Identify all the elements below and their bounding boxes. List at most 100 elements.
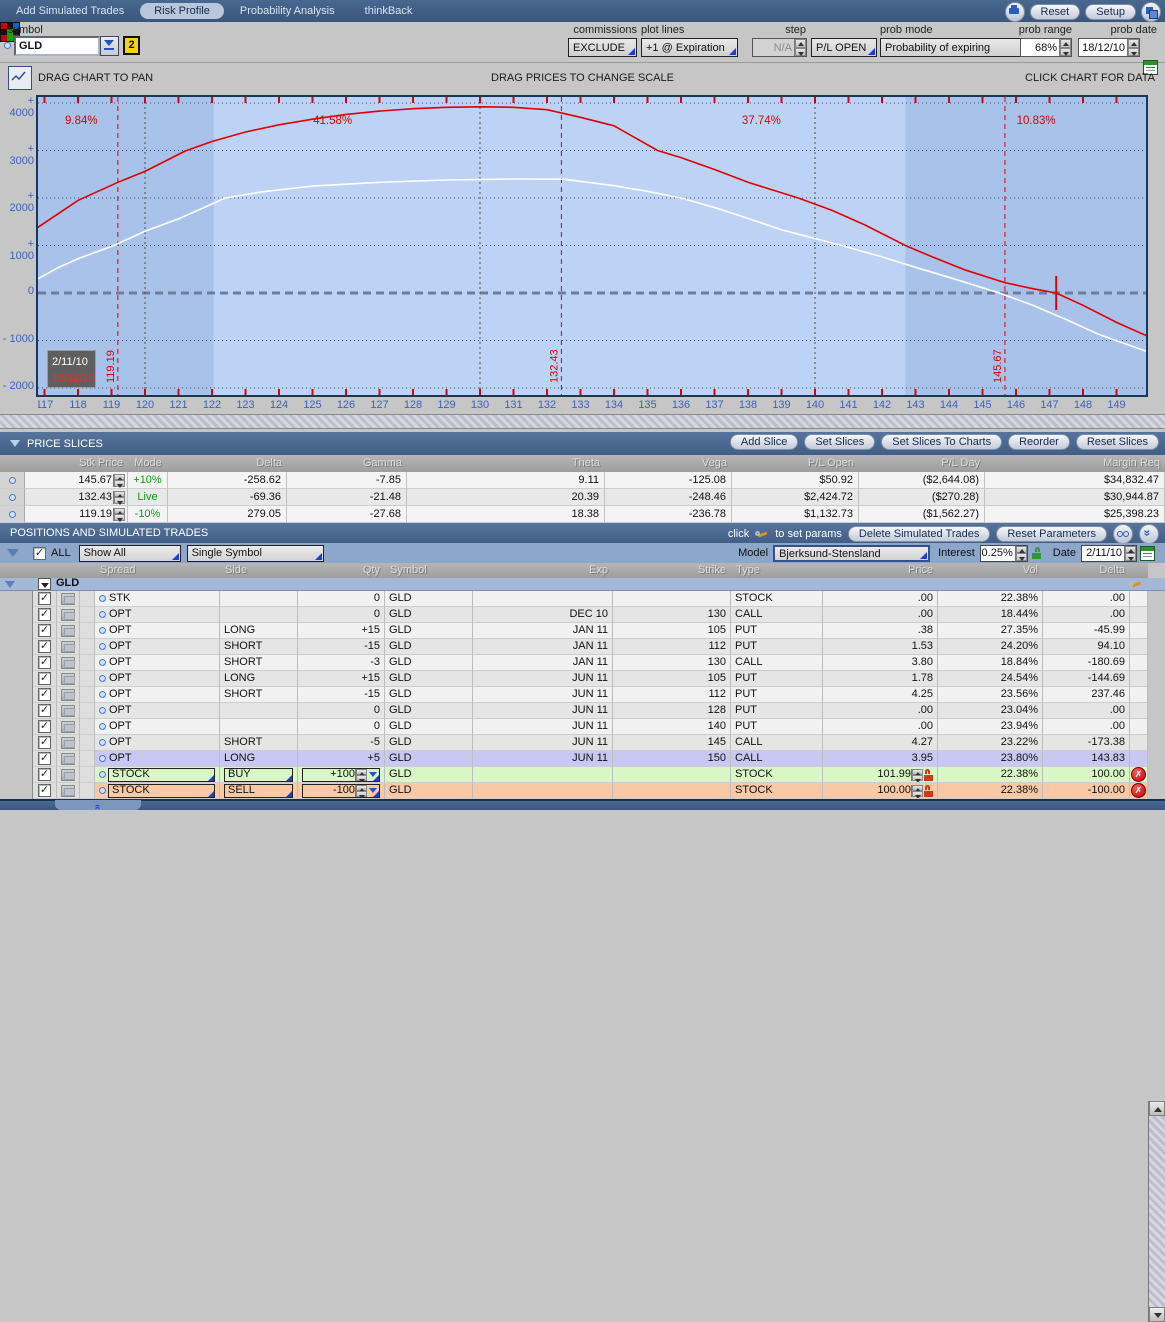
slice-stk-price[interactable]: 119.19 — [79, 506, 112, 522]
scroll-down-button[interactable] — [1149, 1307, 1165, 1322]
reorder-button[interactable]: Reorder — [1008, 434, 1070, 450]
trade-date-stepper[interactable]: 2/11/10 — [1081, 545, 1137, 562]
slice-dot[interactable] — [9, 511, 16, 518]
row-checkbox[interactable]: ✓ — [38, 640, 51, 653]
position-row[interactable]: ✓OPTSHORT-15GLDJAN 11112PUT1.5324.20%94.… — [0, 639, 1148, 655]
row-dot[interactable] — [99, 739, 106, 746]
show-all-dropdown[interactable]: Show All — [79, 545, 181, 562]
position-row[interactable]: ✓STOCKBUY+100GLDSTOCK101.9922.38%100.00✗ — [0, 767, 1148, 783]
row-options-button[interactable] — [61, 737, 75, 749]
row-dot[interactable] — [99, 723, 106, 730]
row-options-button[interactable] — [61, 625, 75, 637]
row-options-button[interactable] — [61, 673, 75, 685]
row-dot[interactable] — [99, 659, 106, 666]
row-dot[interactable] — [99, 787, 106, 794]
pairs-button[interactable] — [1113, 524, 1133, 544]
step-down-button[interactable] — [795, 48, 806, 57]
row-checkbox[interactable]: ✓ — [38, 592, 51, 605]
row-dot[interactable] — [99, 627, 106, 634]
step-stepper[interactable]: N/A — [752, 38, 807, 57]
reset-button[interactable]: Reset — [1030, 4, 1081, 20]
slice-price-stepper[interactable] — [113, 508, 125, 521]
price-stepper[interactable] — [911, 785, 923, 797]
row-options-button[interactable] — [61, 705, 75, 717]
slice-mode[interactable]: +10% — [128, 472, 168, 489]
collapse-triangle-icon[interactable] — [5, 581, 15, 588]
slices-column-header[interactable]: Mode — [128, 455, 168, 472]
setup-button[interactable]: Setup — [1085, 4, 1136, 20]
all-checkbox[interactable]: ✓ — [33, 547, 46, 560]
price-lock-icon[interactable] — [924, 785, 933, 797]
tab-probability-analysis[interactable]: Probability Analysis — [226, 3, 349, 19]
position-row[interactable]: ✓OPT0GLDDEC 10130CALL.0018.44%.00 — [0, 607, 1148, 623]
slice-price-stepper[interactable] — [113, 491, 125, 504]
expand-panel-button[interactable]: » — [55, 800, 141, 810]
slices-column-header[interactable]: P/L Open — [732, 455, 859, 472]
prob-date-stepper[interactable]: 18/12/10 — [1078, 38, 1140, 57]
symbol-group-row[interactable]: GLD — [0, 578, 1165, 591]
slices-column-header[interactable]: Gamma — [287, 455, 407, 472]
add-slice-button[interactable]: Add Slice — [730, 434, 798, 450]
reset-slices-button[interactable]: Reset Slices — [1076, 434, 1159, 450]
slices-column-header[interactable]: Delta — [168, 455, 287, 472]
chart-horizontal-scrollbar[interactable] — [0, 414, 1165, 429]
row-options-button[interactable] — [61, 721, 75, 733]
model-dropdown[interactable]: Bjerksund-Stensland — [773, 545, 930, 562]
position-row[interactable]: ✓OPTSHORT-5GLDJUN 11145CALL4.2723.22%-17… — [0, 735, 1148, 751]
symbol-input[interactable]: GLD — [14, 36, 100, 56]
row-dot[interactable] — [99, 771, 106, 778]
row-checkbox[interactable]: ✓ — [38, 624, 51, 637]
slices-column-header[interactable]: Stk Price — [25, 455, 128, 472]
positions-column-header[interactable]: Symbol — [385, 563, 473, 578]
positions-column-header[interactable]: Strike — [613, 563, 731, 578]
step-up-button[interactable] — [795, 39, 806, 48]
position-row[interactable]: ✓OPT0GLDJUN 11128PUT.0023.04%.00 — [0, 703, 1148, 719]
position-row[interactable]: ✓OPTSHORT-3GLDJAN 11130CALL3.8018.84%-18… — [0, 655, 1148, 671]
slice-dot[interactable] — [9, 494, 16, 501]
slice-mode[interactable]: Live — [128, 489, 168, 506]
tab-add-simulated-trades[interactable]: Add Simulated Trades — [2, 3, 138, 19]
row-options-button[interactable] — [61, 609, 75, 621]
slice-stk-price[interactable]: 145.67 — [78, 472, 112, 488]
row-dot[interactable] — [99, 707, 106, 714]
cell-price[interactable]: 100.00 — [823, 783, 938, 799]
prob-mode-dropdown[interactable]: Probability of expiring — [880, 38, 1033, 57]
set-slices-button[interactable]: Set Slices — [804, 434, 875, 450]
wrench-icon[interactable] — [1129, 579, 1143, 589]
row-options-button[interactable] — [61, 657, 75, 669]
row-checkbox[interactable]: ✓ — [38, 608, 51, 621]
qty-editor[interactable]: +100 — [302, 768, 380, 782]
row-dot[interactable] — [99, 611, 106, 618]
row-checkbox[interactable]: ✓ — [38, 656, 51, 669]
row-dot[interactable] — [99, 755, 106, 762]
spread-dropdown[interactable]: STOCK — [108, 768, 215, 782]
row-checkbox[interactable]: ✓ — [38, 736, 51, 749]
qty-editor[interactable]: -100 — [302, 784, 380, 798]
prob-range-up-button[interactable] — [1060, 39, 1071, 48]
collapse-triangle-icon[interactable] — [7, 549, 19, 557]
row-dot[interactable] — [99, 675, 106, 682]
position-row[interactable]: ✓OPTSHORT-15GLDJUN 11112PUT4.2523.56%237… — [0, 687, 1148, 703]
positions-scrollbar[interactable] — [1148, 1101, 1165, 1322]
delete-trade-button[interactable]: ✗ — [1131, 783, 1146, 798]
row-options-button[interactable] — [61, 769, 75, 781]
price-lock-icon[interactable] — [924, 769, 933, 781]
set-slices-to-charts-button[interactable]: Set Slices To Charts — [881, 434, 1002, 450]
calendar-icon[interactable] — [1140, 546, 1155, 561]
collapse-triangle-icon[interactable] — [10, 440, 20, 447]
collapse-section-button[interactable]: » — [1139, 524, 1159, 544]
symbol-count-badge[interactable]: 2 — [123, 36, 140, 55]
chart-plot[interactable]: 119.19132.43145.679.84%41.58%37.74%10.83… — [38, 97, 1146, 395]
row-options-button[interactable] — [61, 753, 75, 765]
symbol-dropdown-button[interactable] — [100, 36, 119, 56]
row-checkbox[interactable]: ✓ — [38, 688, 51, 701]
row-options-button[interactable] — [61, 593, 75, 605]
row-dot[interactable] — [99, 643, 106, 650]
row-checkbox[interactable]: ✓ — [38, 752, 51, 765]
slices-column-header[interactable]: Theta — [407, 455, 605, 472]
position-row[interactable]: ✓STK0GLDSTOCK.0022.38%.00 — [0, 591, 1148, 607]
reset-parameters-button[interactable]: Reset Parameters — [996, 526, 1107, 542]
positions-column-header[interactable]: Exp — [473, 563, 613, 578]
prob-range-stepper[interactable]: 68% — [1020, 38, 1072, 57]
tab-thinkback[interactable]: thinkBack — [351, 3, 427, 19]
